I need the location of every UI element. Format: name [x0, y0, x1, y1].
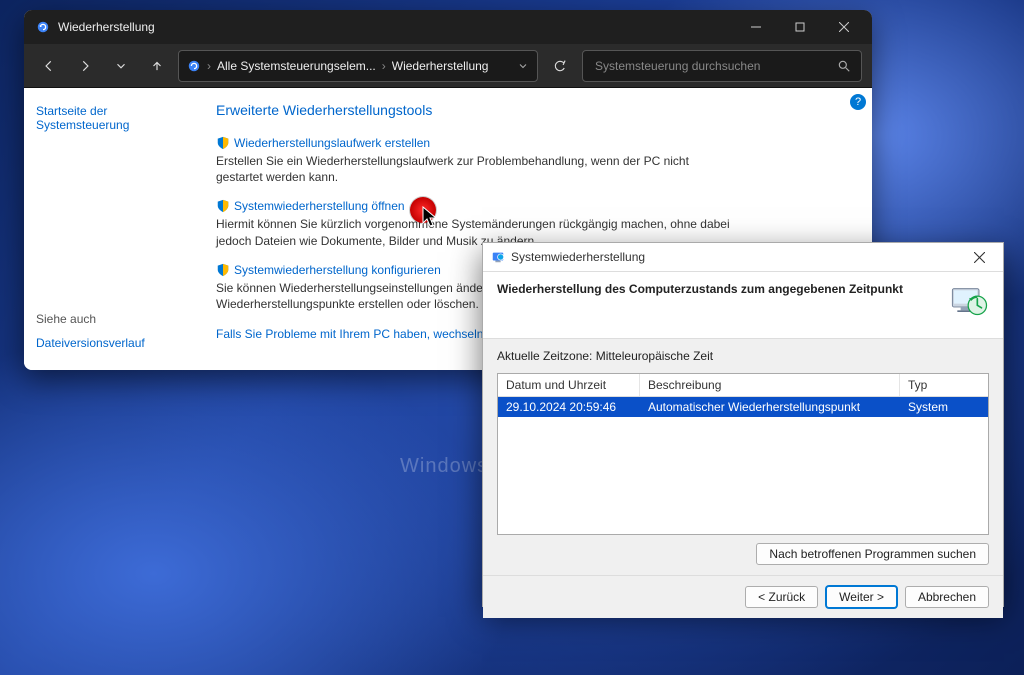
sr-titlebar[interactable]: Systemwiederherstellung	[483, 243, 1003, 272]
chevron-down-icon[interactable]	[517, 60, 529, 72]
sr-content: Aktuelle Zeitzone: Mitteleuropäische Zei…	[483, 338, 1003, 575]
close-button[interactable]	[822, 10, 866, 44]
next-button[interactable]: Weiter >	[826, 586, 897, 608]
scan-affected-programs-button[interactable]: Nach betroffenen Programmen suchen	[756, 543, 989, 565]
cell-description: Automatischer Wiederherstellungspunkt	[640, 397, 900, 417]
restore-points-table: Datum und Uhrzeit Beschreibung Typ 29.10…	[497, 373, 989, 535]
recovery-icon	[187, 59, 201, 73]
page-heading: Erweiterte Wiederherstellungstools	[216, 102, 842, 118]
recovery-icon	[36, 20, 50, 34]
cell-type: System	[900, 397, 988, 417]
tool-link-label: Systemwiederherstellung konfigurieren	[234, 263, 441, 277]
table-row[interactable]: 29.10.2024 20:59:46 Automatischer Wieder…	[498, 397, 988, 417]
sr-close-button[interactable]	[961, 243, 997, 271]
refresh-button[interactable]	[544, 50, 576, 82]
breadcrumb-current[interactable]: Wiederherstellung	[392, 59, 489, 73]
breadcrumb-parent[interactable]: Alle Systemsteuerungselem...	[217, 59, 376, 73]
col-description[interactable]: Beschreibung	[640, 374, 900, 396]
shield-icon	[216, 199, 230, 213]
cp-toolbar: › Alle Systemsteuerungselem... › Wiederh…	[24, 44, 872, 88]
col-datetime[interactable]: Datum und Uhrzeit	[498, 374, 640, 396]
search-input[interactable]	[593, 58, 829, 74]
search-icon	[837, 59, 851, 73]
sr-header-text: Wiederherstellung des Computerzustands z…	[497, 282, 949, 296]
system-restore-dialog: Systemwiederherstellung Wiederherstellun…	[482, 242, 1004, 607]
see-also-heading: Siehe auch	[36, 312, 190, 326]
shield-icon	[216, 263, 230, 277]
file-history-link[interactable]: Dateiversionsverlauf	[36, 336, 190, 350]
help-icon[interactable]: ?	[850, 94, 866, 110]
timezone-label: Aktuelle Zeitzone: Mitteleuropäische Zei…	[497, 349, 989, 363]
maximize-button[interactable]	[778, 10, 822, 44]
tool-link-label: Wiederherstellungslaufwerk erstellen	[234, 136, 430, 150]
sr-window-title: Systemwiederherstellung	[511, 250, 961, 264]
sr-header: Wiederherstellung des Computerzustands z…	[483, 272, 1003, 338]
back-button[interactable]: < Zurück	[745, 586, 818, 608]
create-recovery-drive-link[interactable]: Wiederherstellungslaufwerk erstellen	[216, 136, 430, 150]
chevron-right-icon: ›	[382, 59, 386, 73]
control-panel-home-link[interactable]: Startseite der Systemsteuerung	[36, 104, 190, 132]
up-button[interactable]	[142, 51, 172, 81]
search-box[interactable]	[582, 50, 862, 82]
chevron-right-icon: ›	[207, 59, 211, 73]
cp-window-title: Wiederherstellung	[58, 20, 734, 34]
forward-button[interactable]	[70, 51, 100, 81]
cp-titlebar[interactable]: Wiederherstellung	[24, 10, 872, 44]
system-restore-icon	[491, 250, 505, 264]
restore-computer-icon	[949, 282, 989, 322]
recent-dropdown[interactable]	[106, 51, 136, 81]
open-system-restore-link[interactable]: Systemwiederherstellung öffnen	[216, 199, 405, 213]
tool-link-label: Systemwiederherstellung öffnen	[234, 199, 405, 213]
address-bar[interactable]: › Alle Systemsteuerungselem... › Wiederh…	[178, 50, 538, 82]
minimize-button[interactable]	[734, 10, 778, 44]
col-type[interactable]: Typ	[900, 374, 988, 396]
tool-description: Erstellen Sie ein Wiederherstellungslauf…	[216, 153, 736, 185]
shield-icon	[216, 136, 230, 150]
sr-footer: < Zurück Weiter > Abbrechen	[483, 575, 1003, 618]
configure-system-restore-link[interactable]: Systemwiederherstellung konfigurieren	[216, 263, 441, 277]
table-header: Datum und Uhrzeit Beschreibung Typ	[498, 374, 988, 397]
cp-sidebar: Startseite der Systemsteuerung Siehe auc…	[24, 88, 202, 370]
back-button[interactable]	[34, 51, 64, 81]
cell-datetime: 29.10.2024 20:59:46	[498, 397, 640, 417]
cancel-button[interactable]: Abbrechen	[905, 586, 989, 608]
